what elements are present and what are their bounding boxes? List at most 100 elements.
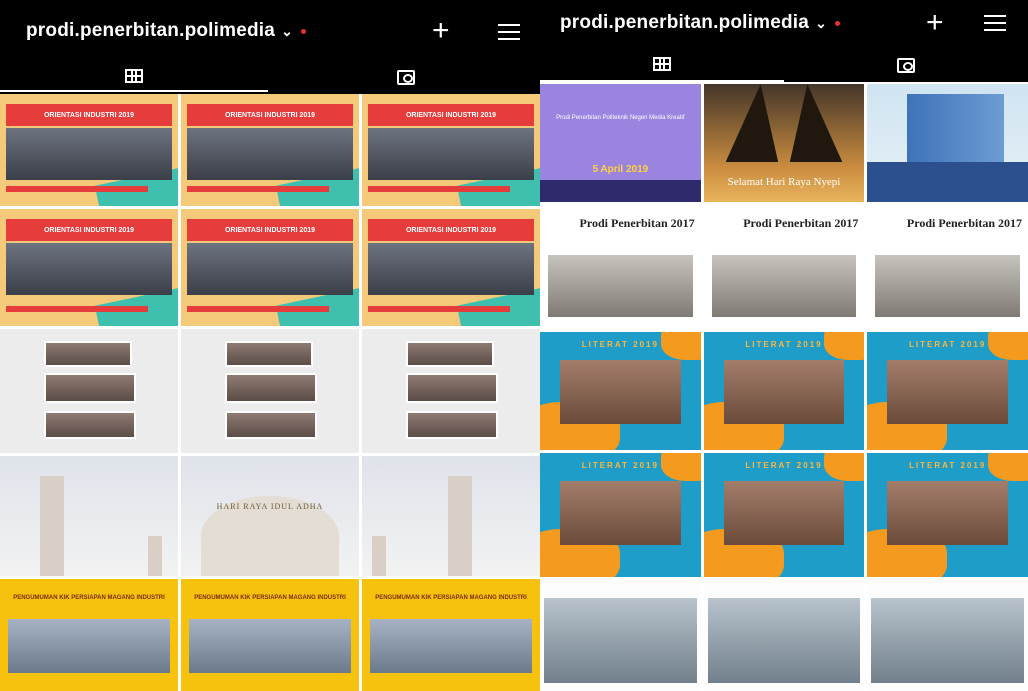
group-photo (189, 619, 351, 673)
group-photo (548, 255, 693, 317)
post-heading: LITERAT 2019 (745, 461, 823, 470)
profile-screen-right: prodi.penerbitan.polimedia ⌄ + Prodi Pen… (540, 0, 1028, 691)
post-banner: ORIENTASI INDUSTRI 2019 (368, 219, 534, 241)
group-photo (887, 481, 1008, 545)
post-heading: PENGUMUMAN KIK PERSIAPAN MAGANG INDUSTRI (375, 595, 527, 601)
notification-dot (301, 28, 306, 34)
group-photo (723, 481, 845, 545)
profile-screen-left: prodi.penerbitan.polimedia ⌄ + ORIENTASI… (0, 0, 540, 691)
post-banner: ORIENTASI INDUSTRI 2019 (187, 104, 353, 126)
post-tile[interactable] (867, 580, 1028, 691)
post-tile[interactable]: ORIENTASI INDUSTRI 2019 (362, 209, 540, 326)
group-photo (723, 360, 845, 424)
post-heading: LITERAT 2019 (909, 461, 987, 470)
hamburger-menu-icon[interactable] (984, 15, 1006, 31)
post-tile[interactable]: LITERAT 2019 (540, 453, 701, 577)
hamburger-menu-icon[interactable] (498, 24, 520, 40)
post-caption: Selamat Hari Raya Nyepi (727, 175, 841, 188)
plus-icon[interactable]: + (432, 16, 450, 46)
profile-tabs (0, 62, 540, 92)
tagged-photos-icon (897, 57, 915, 73)
post-title: Prodi Penerbitan 2017 (579, 216, 695, 230)
group-photo (711, 255, 857, 317)
post-tile[interactable]: ORIENTASI INDUSTRI 2019 (181, 94, 359, 206)
chevron-down-icon: ⌄ (815, 14, 827, 31)
event-photo (871, 598, 1024, 683)
tab-grid[interactable] (540, 48, 784, 82)
plus-icon[interactable]: + (926, 8, 944, 38)
post-banner: ORIENTASI INDUSTRI 2019 (187, 219, 353, 241)
username: prodi.penerbitan.polimedia (560, 12, 810, 33)
post-banner: ORIENTASI INDUSTRI 2019 (368, 104, 534, 126)
post-tile[interactable]: PENGUMUMAN KIK PERSIAPAN MAGANG INDUSTRI (0, 579, 178, 691)
post-tile[interactable]: PENGUMUMAN KIK PERSIAPAN MAGANG INDUSTRI (362, 579, 540, 691)
post-tile[interactable] (703, 580, 865, 691)
post-tile[interactable]: Prodi Penerbitan 2017 (540, 205, 701, 329)
post-tile[interactable] (362, 456, 540, 576)
tab-grid[interactable] (0, 62, 268, 92)
notification-dot (835, 20, 840, 26)
group-photo (187, 128, 353, 180)
tab-tagged[interactable] (784, 48, 1028, 82)
post-tile[interactable]: LITERAT 2019 (867, 453, 1028, 577)
grid-icon (653, 57, 671, 71)
post-tile[interactable] (540, 580, 701, 691)
post-tile[interactable]: Prodi Penerbitan Politeknik Negeri Media… (540, 84, 701, 202)
account-switcher[interactable]: prodi.penerbitan.polimedia ⌄ (26, 20, 306, 42)
post-text: Prodi Penerbitan Politeknik Negeri Media… (556, 115, 685, 121)
post-banner (867, 162, 1028, 202)
post-heading: LITERAT 2019 (745, 340, 823, 349)
post-tile[interactable] (867, 84, 1028, 202)
group-photo (6, 128, 172, 180)
chevron-down-icon: ⌄ (281, 22, 293, 39)
post-tile[interactable]: ORIENTASI INDUSTRI 2019 (0, 209, 178, 326)
post-tile[interactable]: HARI RAYA IDUL ADHA (181, 456, 359, 576)
post-tile[interactable]: ORIENTASI INDUSTRI 2019 (0, 94, 178, 206)
post-tile[interactable]: PENGUMUMAN KIK PERSIAPAN MAGANG INDUSTRI (181, 579, 359, 691)
post-tile[interactable]: LITERAT 2019 (540, 332, 701, 450)
post-tile[interactable] (362, 329, 540, 453)
group-photo (370, 619, 532, 673)
tagged-photos-icon (397, 69, 415, 85)
post-tile[interactable] (0, 456, 178, 576)
post-title: Prodi Penerbitan 2017 (743, 216, 859, 230)
tab-tagged[interactable] (272, 62, 540, 92)
post-banner: ORIENTASI INDUSTRI 2019 (6, 104, 172, 126)
grid-icon (125, 69, 143, 83)
post-heading: PENGUMUMAN KIK PERSIAPAN MAGANG INDUSTRI (194, 595, 346, 601)
group-photo (187, 243, 353, 295)
post-heading: LITERAT 2019 (581, 340, 659, 349)
profile-tabs (540, 48, 1028, 82)
group-photo (6, 243, 172, 295)
post-title: Prodi Penerbitan 2017 (906, 216, 1022, 230)
post-tile[interactable] (181, 329, 359, 453)
group-photo (8, 619, 170, 673)
post-tile[interactable]: Selamat Hari Raya Nyepi (703, 84, 865, 202)
post-grid: Prodi Penerbitan Politeknik Negeri Media… (540, 84, 1028, 691)
post-heading: LITERAT 2019 (909, 340, 987, 349)
group-photo (560, 481, 681, 545)
post-tile[interactable]: LITERAT 2019 (703, 332, 865, 450)
post-heading: PENGUMUMAN KIK PERSIAPAN MAGANG INDUSTRI (13, 595, 165, 601)
group-photo (887, 360, 1008, 424)
post-grid: ORIENTASI INDUSTRI 2019 ORIENTASI INDUST… (0, 94, 540, 691)
post-tile[interactable]: LITERAT 2019 (867, 332, 1028, 450)
post-tile[interactable]: Prodi Penerbitan 2017 (703, 205, 865, 329)
post-tile[interactable]: Prodi Penerbitan 2017 (867, 205, 1028, 329)
group-photo (368, 128, 534, 180)
username: prodi.penerbitan.polimedia (26, 20, 276, 41)
post-tile[interactable] (0, 329, 178, 453)
post-banner: ORIENTASI INDUSTRI 2019 (6, 219, 172, 241)
post-caption: HARI RAYA IDUL ADHA (216, 502, 324, 511)
group-photo (560, 360, 681, 424)
post-tile[interactable]: ORIENTASI INDUSTRI 2019 (181, 209, 359, 326)
top-bar: prodi.penerbitan.polimedia ⌄ + (0, 0, 540, 62)
post-heading: LITERAT 2019 (581, 461, 659, 470)
event-photo (544, 598, 697, 683)
group-photo (875, 255, 1020, 317)
post-tile[interactable]: ORIENTASI INDUSTRI 2019 (362, 94, 540, 206)
top-bar: prodi.penerbitan.polimedia ⌄ + (540, 0, 1028, 48)
account-switcher[interactable]: prodi.penerbitan.polimedia ⌄ (560, 12, 840, 34)
group-photo (368, 243, 534, 295)
post-tile[interactable]: LITERAT 2019 (703, 453, 865, 577)
